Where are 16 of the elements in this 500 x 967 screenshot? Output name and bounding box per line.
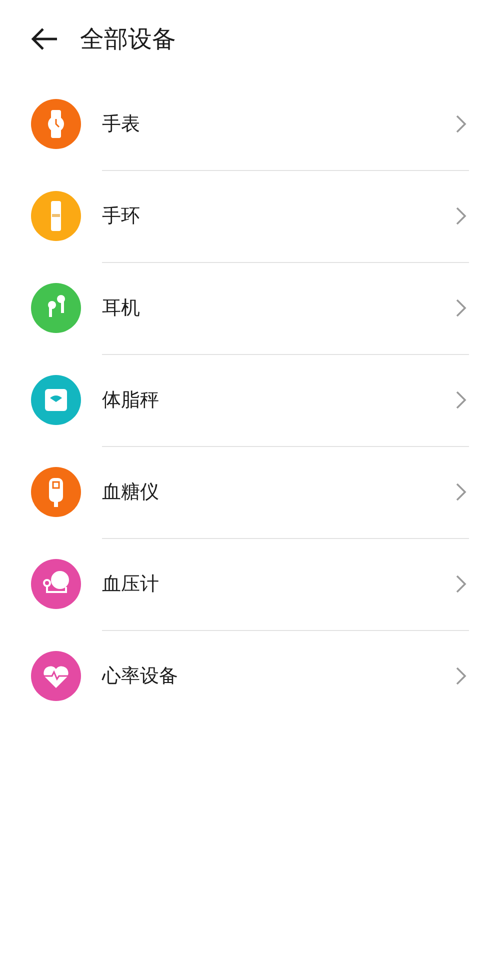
device-category-label[interactable]: 手表 (102, 110, 455, 136)
chevron-icon (455, 482, 467, 502)
device-category-label[interactable]: 血糖仪 (102, 478, 455, 504)
device-category-label[interactable]: 心率设备 (102, 662, 455, 688)
page-title: 全部设备 (80, 24, 176, 55)
chevron-icon (455, 390, 467, 410)
chevron-icon (455, 206, 467, 226)
device-category-label[interactable]: 血压计 (102, 570, 455, 596)
chevron-icon (455, 298, 467, 318)
chevron-icon (455, 666, 467, 686)
back-icon[interactable] (30, 27, 58, 51)
device-category-label[interactable]: 体脂秤 (102, 386, 455, 412)
chevron-icon (455, 574, 467, 594)
device-category-label[interactable]: 耳机 (102, 294, 455, 320)
chevron-icon (455, 114, 467, 134)
device-category-label[interactable]: 手环 (102, 202, 455, 228)
